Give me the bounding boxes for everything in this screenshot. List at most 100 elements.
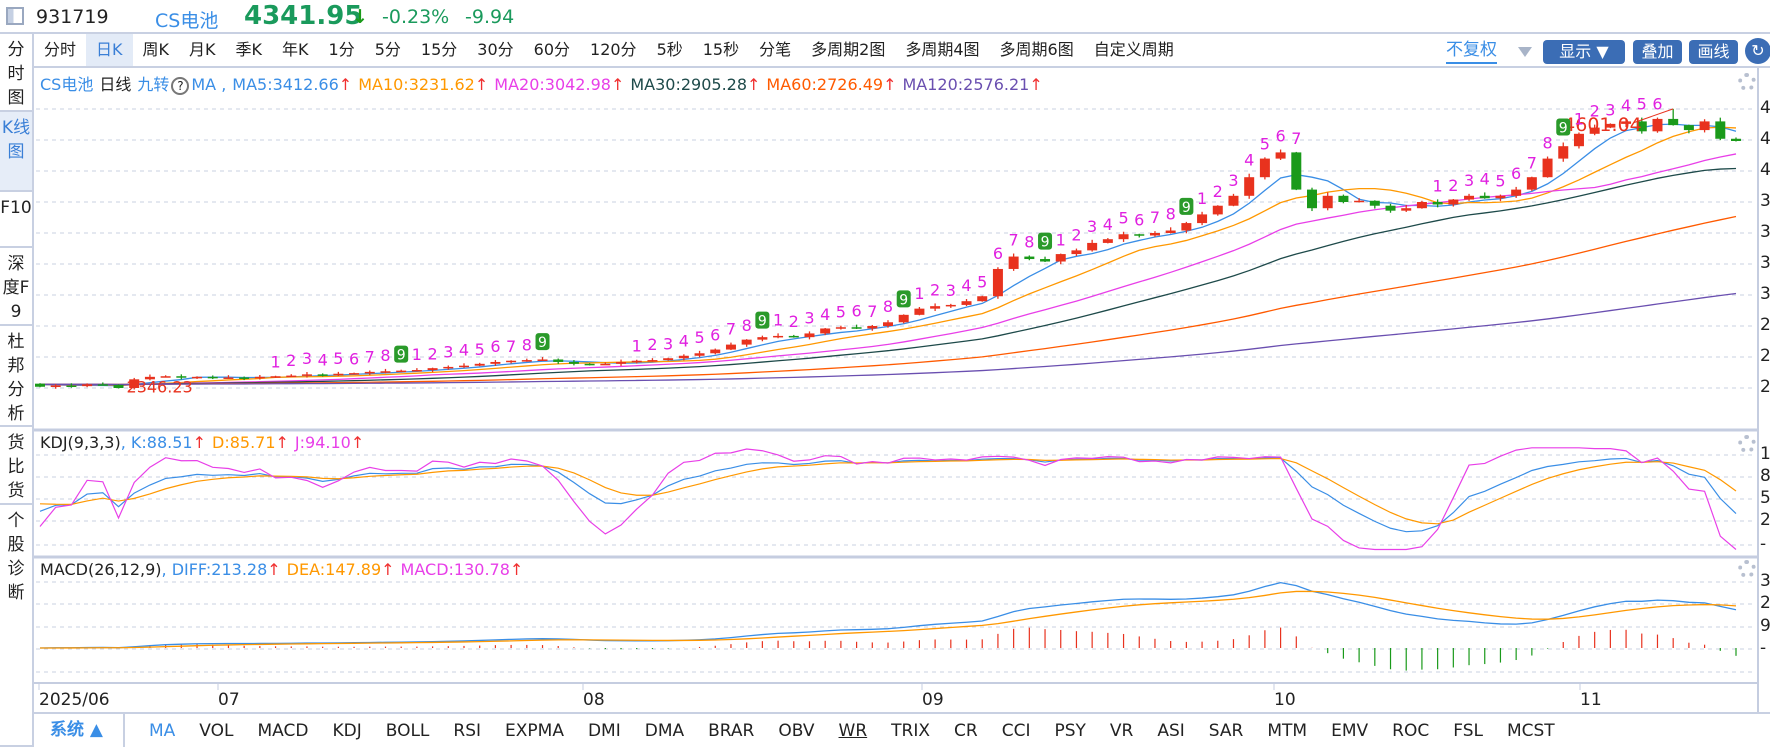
indicator-tab-roc[interactable]: ROC [1392,721,1429,741]
price-axis-label: 4 [1760,129,1770,149]
candle-up [930,306,941,309]
nine-turn-count: 6 [993,244,1003,263]
nine-turn-count: 4 [1244,151,1254,170]
macd-settings-gear-icon[interactable] [1738,560,1756,578]
indicator-tab-boll[interactable]: BOLL [386,721,430,741]
indicator-tab-expma[interactable]: EXPMA [505,721,564,741]
macd-legend: MACD(26,12,9), DIFF:213.28↑ DEA:147.89↑ MA… [40,560,529,579]
nine-turn-count: 1 [270,353,280,372]
date-label: 11 [1580,690,1602,710]
candle-up [820,328,831,334]
indicator-tab-macd[interactable]: MACD [257,721,308,741]
candle-up [1071,250,1082,255]
candle-up [1699,121,1710,131]
indicator-tab-kdj[interactable]: KDJ [332,721,361,741]
kdj-axis-label: - [1760,534,1767,554]
macd-diff: , DIFF:213.28↑ [161,560,281,579]
indicator-tab-dmi[interactable]: DMI [588,721,621,741]
candle-up [1212,205,1223,215]
main-settings-gear-icon[interactable] [1738,73,1756,91]
candle-up [694,353,705,356]
candle-up [1495,195,1506,199]
indicator-tab-cci[interactable]: CCI [1002,721,1031,741]
nine-turn-count: 1 [632,337,642,356]
kdj-d: D:85.71↑ [212,433,289,452]
nine-turn-count: 1 [773,310,783,329]
indicator-tab-fsl[interactable]: FSL [1453,721,1483,741]
nine-turn-count: 1 [1574,109,1584,128]
nine-turn-count: 4 [459,340,469,359]
nine-turn-count: 2 [1071,226,1081,245]
indicator-tab-sar[interactable]: SAR [1209,721,1244,741]
nine-turn-count: 3 [302,349,312,368]
candle-up [725,344,736,350]
system-menu[interactable]: 系统 ▲ [50,714,125,747]
indicator-tab-cr[interactable]: CR [954,721,978,741]
ma10-line [39,126,1737,386]
nine-turn-count: 5 [475,340,485,359]
kdj-settings-gear-icon[interactable] [1738,435,1756,453]
candle-up [631,360,642,363]
indicator-tab-trix[interactable]: TRIX [891,721,930,741]
nine-turn-count: 1 [1056,231,1066,250]
indicator-tab-obv[interactable]: OBV [778,721,814,741]
candle-up [741,339,752,345]
candle-up [773,335,784,338]
nine-turn-count: 8 [883,297,893,316]
candle-up [521,360,532,362]
kline-chart[interactable]: 2346.234601.041 2 3 4 5 6 7 8 9 1 2 3 4 5 6 7 8 9 1 2 3 4 5 6 7 8… [0,0,1770,747]
candle-down [553,359,564,362]
indicator-tab-vr[interactable]: VR [1110,721,1133,741]
nine-turn-count: 8 [380,346,390,365]
legend-nine-turn[interactable]: 九转 [137,75,169,94]
nine-turn-count: 6 [349,350,359,369]
date-label: 07 [218,690,240,710]
nine-turn-count: 6 [490,337,500,356]
nine-turn-count: 3 [946,281,956,300]
indicator-tab-dma[interactable]: DMA [645,721,684,741]
nine-turn-count: 6 [1134,211,1144,230]
candle-up [286,375,297,378]
indicator-tab-ma[interactable]: MA [149,721,175,741]
nine-turn-count: 5 [333,349,343,368]
candle-up [270,376,281,378]
indicator-tab-vol[interactable]: VOL [199,721,233,741]
candle-down [1668,118,1679,126]
candle-up [1416,202,1427,209]
nine-turn-count: 3 [663,335,673,354]
indicator-tab-wr[interactable]: WR [839,721,868,741]
indicator-tab-mtm[interactable]: MTM [1267,721,1307,741]
candle-up [380,371,391,373]
indicator-tab-emv[interactable]: EMV [1331,721,1368,741]
candle-down [1338,195,1349,202]
candle-up [1354,200,1365,203]
price-axis-label: 4 [1760,98,1770,118]
candle-down [1479,195,1490,199]
indicator-tab-mcst[interactable]: MCST [1507,721,1555,741]
indicator-tab-rsi[interactable]: RSI [453,721,481,741]
candle-up [301,374,312,376]
price-axis-label: 2 [1760,346,1770,366]
candle-up [411,370,422,372]
kdj-name: KDJ(9,3,3) [40,433,121,452]
nine-turn-count: 2 [930,280,940,299]
indicator-tab-brar[interactable]: BRAR [708,721,754,741]
candle-up [804,333,815,338]
candle-up [1464,195,1475,200]
legend-ma120: MA120:2576.21↑ [902,75,1043,94]
candle-up [427,368,438,371]
macd-diff-line [39,581,1737,649]
candle-up [82,384,93,387]
candle-down [1040,259,1051,262]
candle-down [1731,138,1741,141]
candle-up [1448,199,1459,205]
candle-up [961,301,972,305]
indicator-tab-psy[interactable]: PSY [1054,721,1085,741]
nine-turn-count: 1 [914,284,924,303]
candle-up [364,371,375,374]
indicator-tab-asi[interactable]: ASI [1157,721,1184,741]
candle-up [992,268,1003,297]
help-icon[interactable]: ? [171,77,190,95]
nine-turn-count: 4 [961,276,971,295]
nine-turn-count: 4 [318,350,328,369]
